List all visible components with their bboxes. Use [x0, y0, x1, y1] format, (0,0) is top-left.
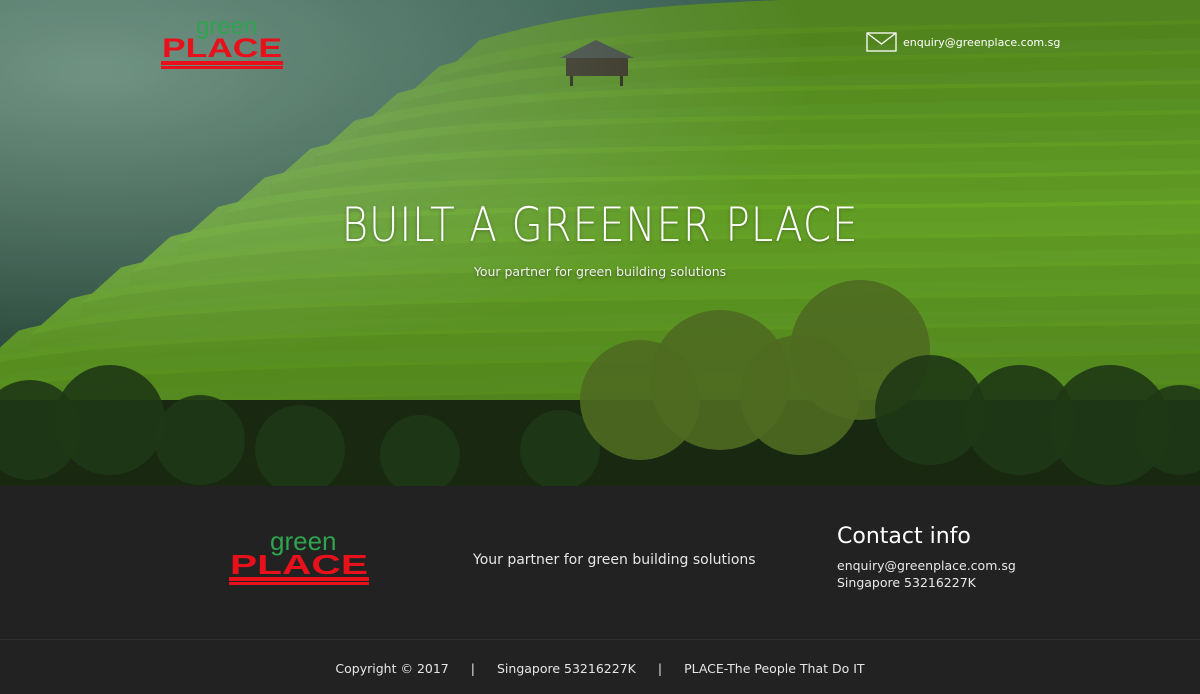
- greenplace-logo[interactable]: green PLACE: [160, 12, 284, 72]
- contact-phone: Singapore 53216227K: [837, 575, 976, 590]
- logo-word-place: PLACE: [162, 33, 282, 63]
- hero-headline: BUILT A GREENER PLACE: [341, 198, 859, 253]
- contact-email[interactable]: enquiry@greenplace.com.sg: [837, 557, 1016, 574]
- copyright-text: Copyright © 2017: [335, 660, 449, 676]
- copyright-bar: Copyright © 2017 | Singapore 53216227K |…: [0, 658, 1200, 678]
- hero-banner: green PLACE enquiry@greenplace.com.sg BU…: [0, 0, 1200, 486]
- separator: |: [657, 660, 663, 676]
- footer-tagline: Your partner for green building solution…: [473, 552, 756, 568]
- footer-logo-word-place: PLACE: [230, 549, 368, 580]
- registration-text: Singapore 53216227K: [496, 660, 636, 676]
- header-email-text[interactable]: enquiry@greenplace.com.sg: [903, 36, 1060, 49]
- footer: green PLACE Your partner for green build…: [0, 486, 1200, 694]
- footer-greenplace-logo[interactable]: green PLACE: [228, 530, 372, 586]
- slogan-text: PLACE-The People That Do IT: [684, 660, 865, 676]
- header-email[interactable]: enquiry@greenplace.com.sg: [866, 32, 1060, 52]
- contact-title: Contact info: [837, 524, 971, 549]
- separator: |: [470, 660, 475, 676]
- footer-divider: [0, 639, 1200, 640]
- envelope-icon: [866, 32, 897, 52]
- hero-tagline: Your partner for green building solution…: [473, 264, 727, 279]
- contact-info: Contact info enquiry@greenplace.com.sg S…: [837, 524, 1016, 591]
